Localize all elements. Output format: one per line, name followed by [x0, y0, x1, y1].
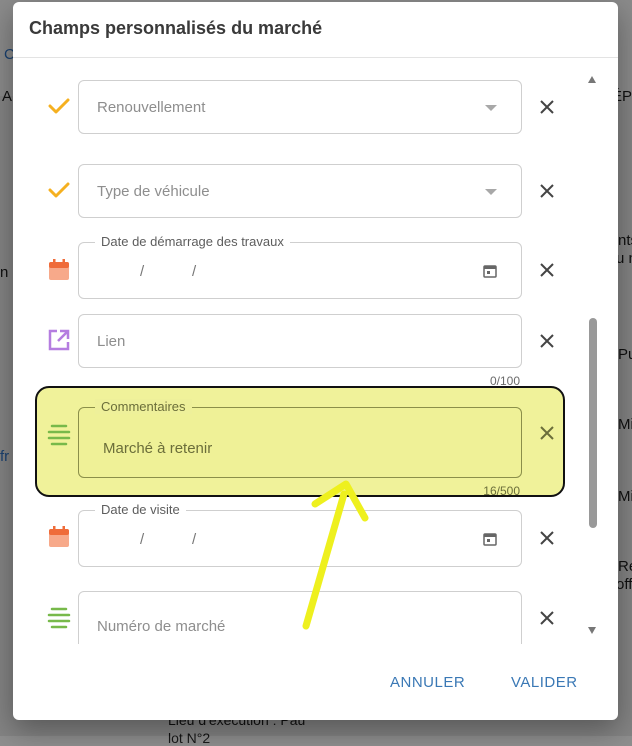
- commentaires-textarea[interactable]: Commentaires Marché à retenir: [78, 399, 522, 478]
- renouvellement-placeholder: Renouvellement: [97, 99, 206, 116]
- custom-fields-dialog: Champs personnalisés du marché Renouvell…: [13, 2, 618, 720]
- calendar-icon: [46, 524, 72, 550]
- remove-numero-marche-button[interactable]: [538, 609, 556, 627]
- scroll-down-arrow-icon[interactable]: [588, 627, 596, 634]
- renouvellement-select[interactable]: Renouvellement: [78, 80, 522, 134]
- dialog-title: Champs personnalisés du marché: [29, 18, 323, 38]
- numero-marche-input[interactable]: Numéro de marché: [78, 591, 522, 644]
- lien-placeholder: Lien: [97, 333, 126, 350]
- remove-type-vehicule-button[interactable]: [538, 182, 556, 200]
- check-icon: [46, 177, 72, 203]
- date-demarrage-field[interactable]: Date de démarrage des travaux / /: [78, 234, 522, 299]
- check-icon: [46, 93, 72, 119]
- date-separator: /: [140, 263, 145, 280]
- calendar-icon: [46, 257, 72, 283]
- remove-renouvellement-button[interactable]: [538, 98, 556, 116]
- lien-input[interactable]: Lien: [78, 314, 522, 368]
- remove-date-demarrage-button[interactable]: [538, 261, 556, 279]
- cancel-button[interactable]: ANNULER: [382, 668, 473, 697]
- calendar-picker-icon[interactable]: [483, 264, 497, 283]
- calendar-picker-icon[interactable]: [483, 532, 497, 551]
- type-vehicule-select[interactable]: Type de véhicule: [78, 164, 522, 218]
- scrollbar-thumb[interactable]: [589, 318, 597, 528]
- text-lines-icon: [46, 604, 72, 630]
- confirm-button[interactable]: VALIDER: [503, 668, 586, 697]
- lien-char-counter: 0/100: [489, 374, 520, 388]
- commentaires-char-counter: 16/500: [483, 484, 520, 498]
- date-separator: /: [140, 531, 145, 548]
- type-vehicule-placeholder: Type de véhicule: [97, 183, 210, 200]
- remove-date-visite-button[interactable]: [538, 529, 556, 547]
- scroll-up-arrow-icon[interactable]: [588, 76, 596, 83]
- date-separator: /: [192, 263, 197, 280]
- text-lines-icon: [46, 421, 72, 447]
- chevron-down-icon: [485, 105, 497, 111]
- date-demarrage-label: Date de démarrage des travaux: [95, 234, 290, 249]
- commentaires-label: Commentaires: [95, 399, 192, 414]
- date-visite-label: Date de visite: [95, 502, 186, 517]
- chevron-down-icon: [485, 189, 497, 195]
- commentaires-value: Marché à retenir: [103, 440, 213, 457]
- date-separator: /: [192, 531, 197, 548]
- remove-commentaires-button[interactable]: [538, 424, 556, 442]
- external-link-icon: [46, 327, 72, 353]
- date-visite-field[interactable]: Date de visite / /: [78, 502, 522, 567]
- remove-lien-button[interactable]: [538, 332, 556, 350]
- numero-marche-placeholder: Numéro de marché: [97, 618, 226, 635]
- fields-scroll-area[interactable]: Renouvellement Type de véhicule Date de …: [13, 58, 618, 644]
